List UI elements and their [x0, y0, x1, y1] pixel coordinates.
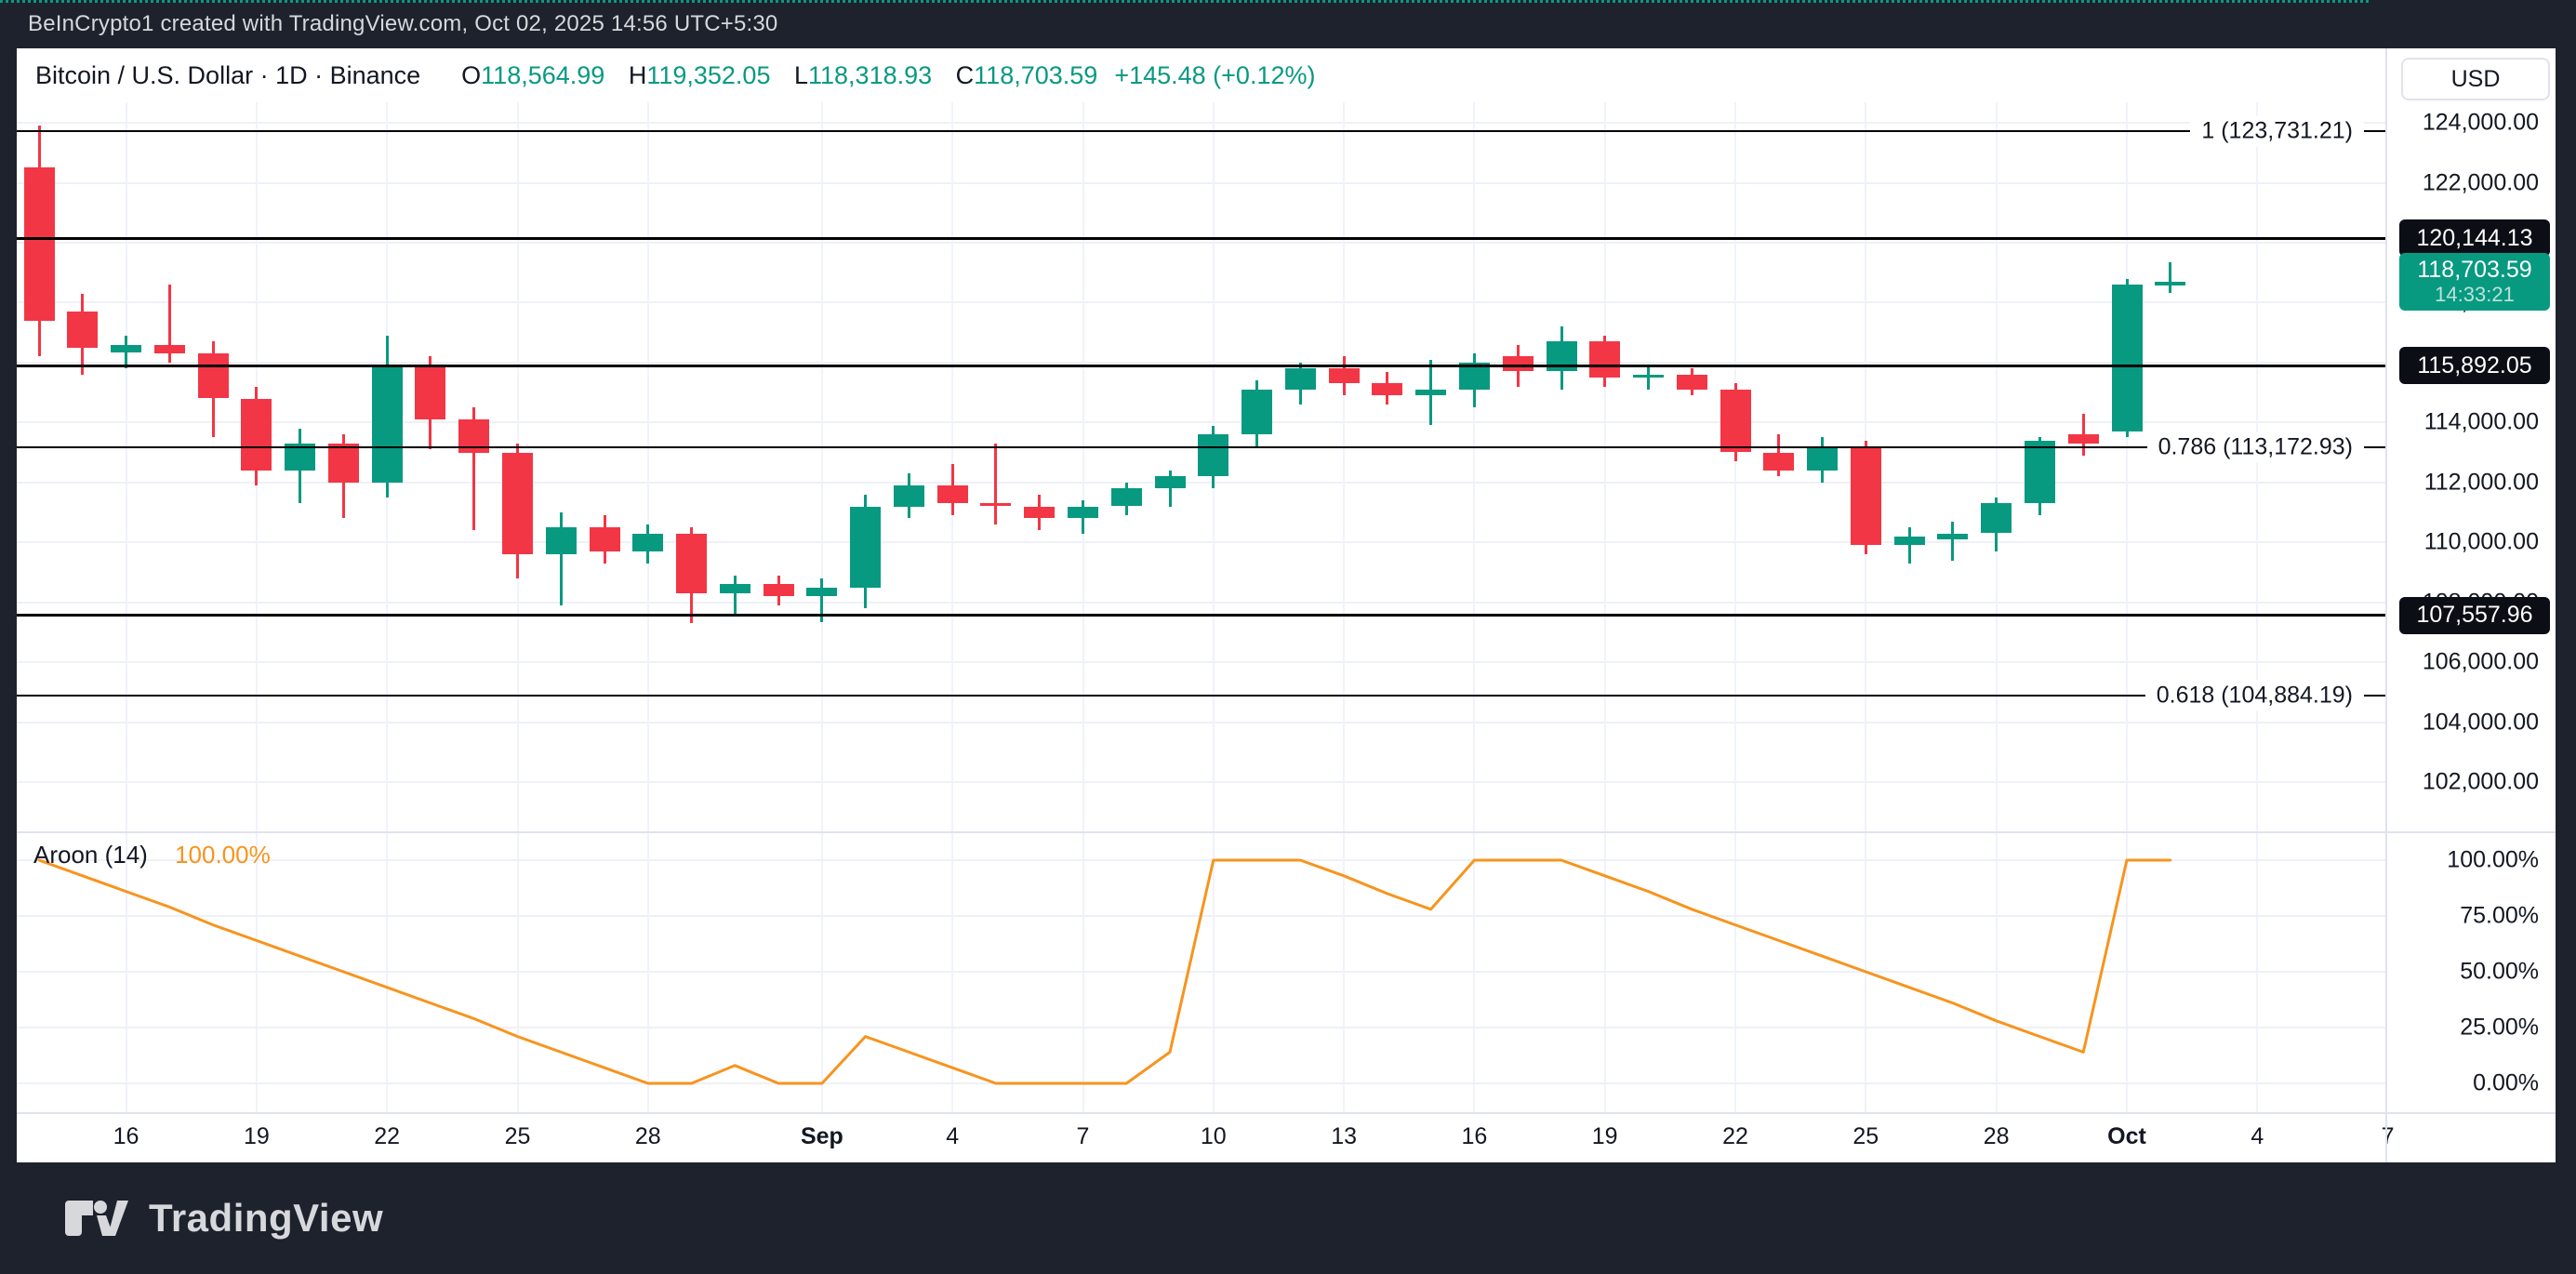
ohlc-values: O118,564.99 H119,352.05 L118,318.93 C118… [445, 61, 1097, 90]
close-value: 118,703.59 [974, 61, 1097, 89]
change-value: +145.48 (+0.12%) [1114, 61, 1315, 90]
symbol-description: Bitcoin / U.S. Dollar · 1D · Binance [35, 61, 420, 90]
price-axis[interactable] [2387, 48, 2556, 1112]
price-axis-separator [2385, 48, 2387, 1162]
chart-legend-row: Bitcoin / U.S. Dollar · 1D · Binance O11… [17, 48, 2385, 102]
pane-separator[interactable] [17, 831, 2556, 833]
snapshot-title: BeInCrypto1 created with TradingView.com… [28, 11, 777, 37]
tradingview-snapshot: BeInCrypto1 created with TradingView.com… [0, 0, 2576, 1274]
open-value: 118,564.99 [481, 61, 604, 89]
tradingview-brand-text: TradingView [149, 1196, 383, 1241]
tradingview-logo-icon [63, 1197, 130, 1240]
high-value: 119,352.05 [646, 61, 770, 89]
open-label: O [461, 61, 481, 89]
aroon-current-value: 100.00% [175, 841, 271, 869]
tradingview-logo[interactable]: TradingView [63, 1196, 383, 1241]
footer-bar: TradingView [0, 1162, 2576, 1274]
time-axis[interactable] [17, 1114, 2556, 1162]
low-value: 118,318.93 [808, 61, 932, 89]
right-frame-strip [2556, 48, 2576, 1162]
aroon-indicator-plot [17, 833, 2385, 1112]
snapshot-title-bar: BeInCrypto1 created with TradingView.com… [0, 0, 2576, 48]
close-label: C [956, 61, 975, 89]
aroon-up-line [39, 860, 2171, 1083]
low-label: L [794, 61, 808, 89]
high-label: H [629, 61, 647, 89]
currency-toggle-button[interactable]: USD [2401, 58, 2550, 100]
aroon-legend: Aroon (14) 100.00% [33, 841, 271, 869]
price-pane[interactable] [17, 102, 2385, 831]
aroon-title: Aroon (14) [33, 841, 148, 869]
left-frame-strip [0, 48, 17, 1162]
time-axis-separator [17, 1112, 2556, 1114]
